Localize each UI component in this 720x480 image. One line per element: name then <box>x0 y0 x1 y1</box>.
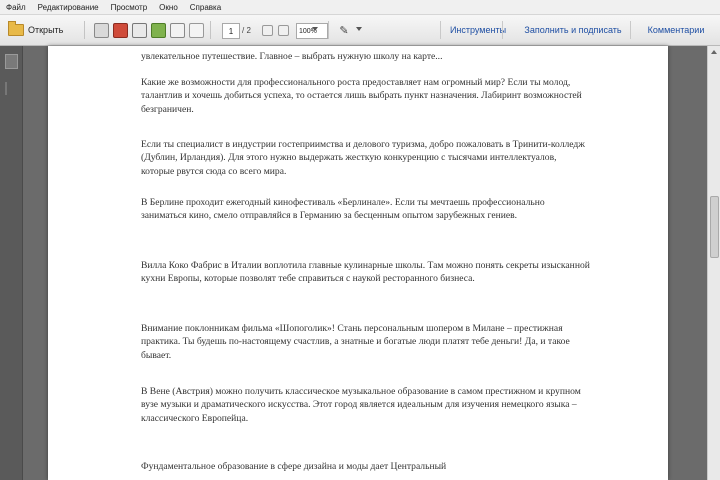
scroll-up-icon[interactable] <box>711 50 717 54</box>
paragraph: В Берлине проходит ежегодный кинофестива… <box>141 197 545 222</box>
menu-file[interactable]: Файл <box>0 3 32 12</box>
select-tool-icon[interactable]: ✎ <box>334 23 354 37</box>
share-icon[interactable] <box>151 23 166 38</box>
fill-sign-button[interactable]: Заполнить и подписать <box>502 21 643 39</box>
email-icon[interactable] <box>170 23 185 38</box>
scroll-thumb[interactable] <box>710 196 719 258</box>
zoom-select[interactable]: 100% <box>296 23 328 39</box>
menu-help[interactable]: Справка <box>184 3 227 12</box>
page-icon[interactable] <box>189 23 204 38</box>
paragraph: Если ты специалист в индустрии гостеприи… <box>141 139 585 177</box>
document-page: увлекательное путешествие. Главное – выб… <box>48 46 668 480</box>
toolbar-separator <box>84 21 85 39</box>
chevron-down-icon[interactable] <box>312 27 318 31</box>
menu-view[interactable]: Просмотр <box>105 3 154 12</box>
create-icon[interactable] <box>94 23 109 38</box>
page-number-input[interactable]: 1 <box>222 23 240 39</box>
paragraph: Внимание поклонникам фильма «Шопоголик»!… <box>141 323 570 361</box>
print-icon[interactable] <box>132 23 147 38</box>
menu-window[interactable]: Окно <box>153 3 184 12</box>
open-button[interactable]: Открыть <box>4 21 67 39</box>
menu-edit[interactable]: Редактирование <box>32 3 105 12</box>
toolbar: Открыть 1 / 2 100% ✎ Инструменты Заполни… <box>0 15 720 46</box>
paragraph: Какие же возможности для профессионально… <box>141 77 582 115</box>
comment-button[interactable]: Комментарии <box>630 21 720 39</box>
page-total: / 2 <box>242 25 251 35</box>
folder-icon <box>8 21 24 36</box>
chevron-down-icon[interactable] <box>356 27 362 31</box>
paragraph: увлекательное путешествие. Главное – выб… <box>141 51 443 62</box>
attachment-icon[interactable] <box>5 82 9 95</box>
menu-bar: Файл Редактирование Просмотр Окно Справк… <box>0 0 720 15</box>
paragraph: В Вене (Австрия) можно получить классиче… <box>141 386 581 424</box>
open-button-label: Открыть <box>28 25 64 35</box>
pdf-icon[interactable] <box>113 23 128 38</box>
toolbar-separator <box>210 21 211 39</box>
plus-icon[interactable] <box>278 25 289 36</box>
vertical-scrollbar[interactable] <box>707 46 720 480</box>
paragraph: Фундаментальное образование в сфере диза… <box>141 461 447 472</box>
page-thumbnails-icon[interactable] <box>5 54 18 69</box>
toolbar-separator <box>328 21 329 39</box>
paragraph: Вилла Коко Фабрис в Италии воплотила гла… <box>141 260 590 285</box>
navigation-panel <box>0 46 23 480</box>
minus-icon[interactable] <box>262 25 273 36</box>
